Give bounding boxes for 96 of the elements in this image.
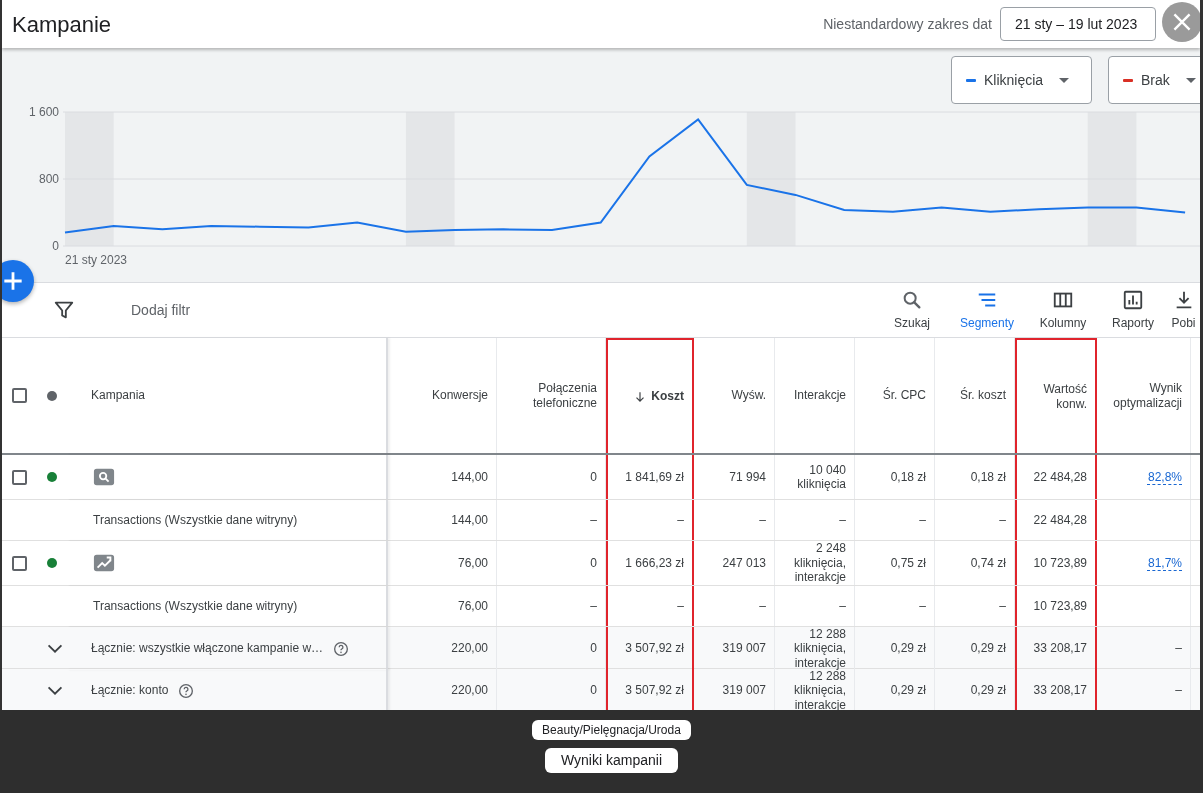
table-cell: – — [677, 512, 684, 528]
table-cell: 144,00 — [451, 469, 488, 485]
table-cell: 144,00 — [451, 512, 488, 528]
toolbar-button[interactable]: Pobi — [1167, 283, 1200, 337]
status-icon[interactable] — [47, 390, 57, 401]
column-header[interactable]: Kampania — [67, 338, 388, 453]
caret-icon — [1185, 77, 1196, 83]
table-cell: 71 994 — [729, 469, 766, 485]
table-cell: 3 507,92 zł — [625, 641, 684, 656]
table-cell: 0,29 zł — [890, 683, 926, 698]
conversion-label: Transactions (Wszystkie dane witryny) — [93, 598, 298, 614]
help-icon — [178, 682, 195, 699]
checkbox[interactable] — [12, 388, 27, 403]
table-cell: 0,74 zł — [970, 555, 1006, 571]
caret-icon — [1059, 77, 1070, 83]
table-cell: – — [839, 598, 846, 614]
filter-icon[interactable] — [53, 299, 75, 321]
table-cell: – — [590, 598, 597, 614]
table-cell: 10 723,89 — [1033, 555, 1087, 571]
date-range-button[interactable]: 21 sty – 19 lut 2023 — [1000, 7, 1156, 41]
table-cell-text: 12 288 kliknięcia, interakcje — [792, 627, 846, 671]
column-header[interactable]: Śr. koszt — [935, 338, 1015, 453]
table-cell: 0,75 zł — [890, 555, 926, 571]
table-cell: 33 208,17 — [1033, 641, 1087, 656]
help-icon — [333, 640, 350, 657]
tag-label: Beauty/Pielęgnacja/Uroda — [532, 720, 691, 740]
column-header[interactable]: Wynik optymalizacji — [1097, 338, 1191, 453]
metric-dropdown[interactable]: Kliknięcia — [951, 56, 1092, 104]
x-axis-label: 21 sty 2023 — [65, 253, 128, 267]
table-cell: 247 013 — [722, 555, 766, 571]
checkbox[interactable] — [12, 469, 27, 485]
tag-label: Wyniki kampanii — [545, 748, 678, 773]
table-cell: 0 — [590, 555, 597, 571]
optimization-score-link[interactable]: 81,7% — [1147, 555, 1182, 571]
metric-dropdown[interactable]: Brak — [1108, 56, 1200, 104]
table-cell: 319 007 — [722, 641, 766, 656]
checkbox[interactable] — [12, 555, 27, 571]
table-cell: 1 841,69 zł — [625, 469, 684, 485]
column-header[interactable]: Konwersje — [388, 338, 497, 453]
table-cell: 10 723,89 — [1033, 598, 1087, 614]
y-axis-label: 800 — [38, 172, 59, 186]
table-cell: 22 484,28 — [1033, 512, 1087, 528]
table-cell: 33 208,17 — [1033, 683, 1087, 698]
table-cell: – — [999, 598, 1006, 614]
total-label: Łącznie: wszystkie włączone kampanie w… — [91, 641, 324, 656]
y-axis-label: 0 — [52, 239, 59, 253]
toolbar-button[interactable]: Raporty — [1099, 283, 1167, 337]
table-cell: 0,18 zł — [970, 469, 1006, 485]
table-cell: – — [999, 512, 1006, 528]
trend-chart-icon — [93, 552, 115, 574]
add-button[interactable] — [2, 260, 34, 302]
bar-chart-icon — [1122, 288, 1144, 311]
column-header[interactable]: Wyśw. — [694, 338, 775, 453]
column-header[interactable]: Koszt — [606, 338, 694, 453]
table-cell: 3 507,92 zł — [625, 683, 684, 698]
table-cell: 0 — [590, 641, 597, 656]
table-cell: 0 — [590, 683, 597, 698]
table-cell: 0 — [590, 469, 597, 485]
total-label: Łącznie: konto — [91, 683, 169, 698]
table-cell: – — [1175, 641, 1182, 656]
table-cell: 0,29 zł — [890, 641, 926, 656]
table-cell: 0,29 zł — [970, 683, 1006, 698]
column-header[interactable]: Wartość konw. — [1015, 338, 1097, 453]
table-cell: – — [590, 512, 597, 528]
table-cell: – — [919, 512, 926, 528]
table-cell: – — [759, 512, 766, 528]
toolbar-button[interactable]: Szukaj — [877, 283, 947, 337]
filter-field[interactable]: Dodaj filtr — [131, 299, 191, 321]
close-button[interactable] — [1162, 2, 1200, 42]
table-cell: 22 484,28 — [1033, 469, 1087, 485]
column-header[interactable]: Połączenia telefoniczne — [497, 338, 606, 453]
table-cell: – — [759, 598, 766, 614]
table-cell: 220,00 — [451, 683, 488, 698]
table-cell: – — [919, 598, 926, 614]
table-cell: 220,00 — [451, 641, 488, 656]
date-range-label: Niestandardowy zakres dat — [823, 14, 992, 34]
toolbar-button[interactable]: Kolumny — [1027, 283, 1099, 337]
search-campaign-icon — [93, 466, 115, 488]
table-cell: – — [677, 598, 684, 614]
y-axis-label: 1 600 — [28, 105, 59, 119]
table-cell: 0,18 zł — [890, 469, 926, 485]
column-header[interactable]: Interakcje — [775, 338, 855, 453]
table-cell: 76,00 — [457, 598, 488, 614]
table-cell: – — [839, 512, 846, 528]
table-cell-text: 10 040 kliknięcia — [796, 462, 846, 492]
table-cell: 0,29 zł — [970, 641, 1006, 656]
page-title: Kampanie — [12, 10, 112, 39]
toolbar-button[interactable]: Segmenty — [947, 283, 1027, 337]
table-cell: 319 007 — [722, 683, 766, 698]
table-cell-text: 2 248 kliknięcia, interakcje — [792, 541, 846, 585]
table-cell: 1 666,23 zł — [625, 555, 684, 571]
optimization-score-link[interactable]: 82,8% — [1147, 469, 1182, 485]
column-header[interactable]: Śr. CPC — [855, 338, 935, 453]
conversion-label: Transactions (Wszystkie dane witryny) — [93, 512, 298, 528]
table-cell: 76,00 — [457, 555, 488, 571]
table-cell: – — [1175, 683, 1182, 698]
